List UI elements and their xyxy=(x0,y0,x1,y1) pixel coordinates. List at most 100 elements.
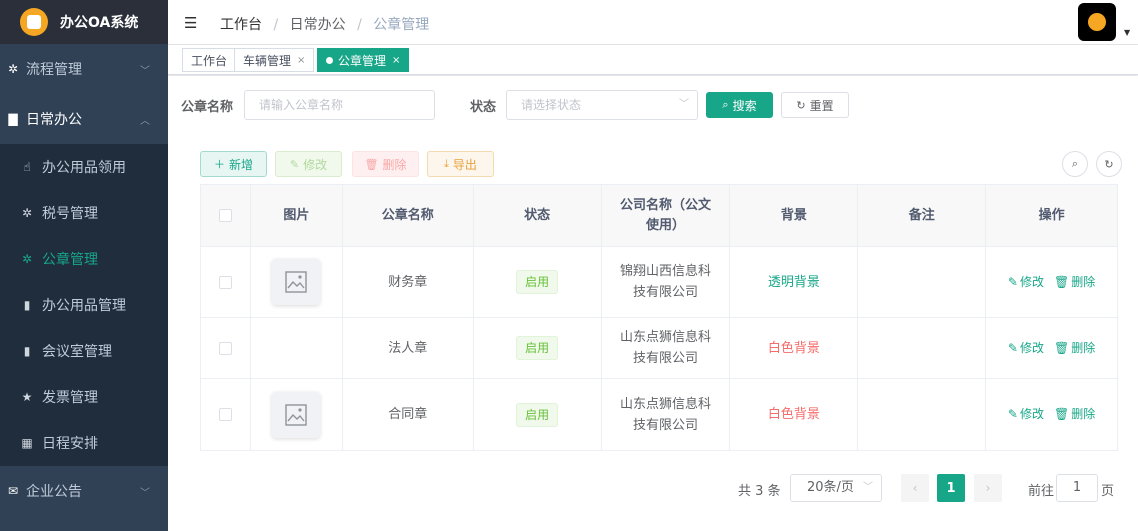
row-edit-label: 修改 xyxy=(1019,407,1044,421)
caret-down-icon[interactable]: ▼ xyxy=(1124,28,1130,37)
logo-icon xyxy=(20,8,48,36)
next-page-button[interactable]: › xyxy=(974,474,1002,502)
sidebar-item-process[interactable]: ✲ 流程管理 ﹀ xyxy=(0,44,168,94)
page-size-value: 20条/页 xyxy=(807,480,854,495)
select-all-checkbox[interactable] xyxy=(218,209,232,222)
sidebar-item-label: 日程安排 xyxy=(42,436,98,452)
search-icon: ⌕ xyxy=(722,98,729,111)
edit-icon: ✎ xyxy=(1007,407,1018,421)
background-cell: 白色背景 xyxy=(730,379,859,450)
add-button[interactable]: ＋ 新增 xyxy=(200,151,267,177)
export-button[interactable]: ⤓ 导出 xyxy=(427,151,494,177)
company-cell: 锦翔山西信息科技有限公司 xyxy=(602,247,731,317)
search-form: 公章名称 请输入公章名称 状态 请选择状态 ﹀ ⌕ 搜索 ↻ 重置 xyxy=(168,89,1138,120)
breadcrumb: 工作台 / 日常办公 / 公章管理 xyxy=(220,14,429,34)
edit-icon: ✎ xyxy=(289,157,300,171)
sidebar-item-label: 发票管理 xyxy=(42,390,98,406)
refresh-icon: ↻ xyxy=(796,98,806,112)
row-checkbox[interactable] xyxy=(218,408,232,421)
table-row: 财务章 启用 锦翔山西信息科技有限公司 透明背景 ✎ 修改 🗑 删除 xyxy=(201,247,1118,318)
trash-icon: 🗑 xyxy=(1053,340,1070,355)
sidebar-item-invoice[interactable]: ★ 发票管理 xyxy=(0,374,168,420)
breadcrumb-item[interactable]: 工作台 xyxy=(220,17,262,33)
page-size-select[interactable]: 20条/页 ﹀ xyxy=(790,474,882,502)
main-content: 公章名称 请输入公章名称 状态 请选择状态 ﹀ ⌕ 搜索 ↻ 重置 ＋ 新增 ✎… xyxy=(168,76,1138,531)
sidebar-item-schedule[interactable]: ▦ 日程安排 xyxy=(0,420,168,466)
pagination: 共 3 条 20条/页 ﹀ ‹ 1 › 前往 1 页 xyxy=(168,474,1138,502)
seal-name-input[interactable]: 请输入公章名称 xyxy=(244,90,435,120)
sidebar-item-meeting-room[interactable]: ▮ 会议室管理 xyxy=(0,328,168,374)
reset-button[interactable]: ↻ 重置 xyxy=(781,92,849,118)
search-button-label: 搜索 xyxy=(732,98,757,113)
sidebar-item-supplies-requisition[interactable]: ☝ 办公用品领用 xyxy=(0,144,168,190)
sidebar-item-tax-id[interactable]: ✲ 税号管理 xyxy=(0,190,168,236)
sidebar-item-label: 企业公告 xyxy=(26,484,82,500)
document-icon: ▇ xyxy=(8,112,18,126)
actions-cell: ✎ 修改 🗑 删除 xyxy=(986,247,1118,317)
row-delete-link[interactable]: 🗑 删除 xyxy=(1054,272,1095,293)
goto-page-input[interactable]: 1 xyxy=(1056,474,1098,502)
select-all-cell xyxy=(201,185,251,246)
sidebar-item-seal-management[interactable]: ✲ 公章管理 xyxy=(0,236,168,282)
background-cell: 透明背景 xyxy=(730,247,859,317)
sidebar-item-supplies-management[interactable]: ▮ 办公用品管理 xyxy=(0,282,168,328)
sidebar-item-announcement[interactable]: ✉ 企业公告 ﹀ xyxy=(0,466,168,516)
company-cell: 山东点狮信息科技有限公司 xyxy=(602,379,731,450)
tag-label: 工作台 xyxy=(191,53,228,68)
image-icon[interactable] xyxy=(272,259,321,305)
table-header-row: 图片 公章名称 状态 公司名称（公文使用） 背景 备注 操作 xyxy=(201,185,1118,247)
sidebar-group-daily-office[interactable]: ▇ 日常办公 ︿ xyxy=(0,94,168,144)
row-delete-label: 删除 xyxy=(1071,407,1096,421)
status-select-placeholder: 请选择状态 xyxy=(521,98,582,112)
search-button[interactable]: ⌕ 搜索 xyxy=(706,92,773,118)
toggle-search-button[interactable]: ⌕ xyxy=(1062,151,1088,177)
row-edit-link[interactable]: ✎ 修改 xyxy=(1008,338,1044,359)
refresh-button[interactable]: ↻ xyxy=(1096,151,1122,177)
row-checkbox[interactable] xyxy=(218,341,232,355)
book-icon: ▮ xyxy=(23,344,31,358)
row-select-cell xyxy=(201,379,251,450)
page-suffix-label: 页 xyxy=(1101,484,1115,499)
tag-workbench[interactable]: 工作台 xyxy=(182,48,237,72)
row-edit-link[interactable]: ✎ 修改 xyxy=(1008,404,1044,425)
avatar[interactable] xyxy=(1078,3,1116,41)
company-cell: 山东点狮信息科技有限公司 xyxy=(602,318,731,378)
sidebar: 办公OA系统 ✲ 流程管理 ﹀ ▇ 日常办公 ︿ ☝ 办公用品领用 ✲ 税号管理… xyxy=(0,0,168,531)
status-select[interactable]: 请选择状态 ﹀ xyxy=(506,90,698,120)
sidebar-item-label: 公章管理 xyxy=(42,252,98,268)
column-header: 公司名称（公文使用） xyxy=(601,185,731,246)
row-delete-link[interactable]: 🗑 删除 xyxy=(1054,338,1095,359)
actions-cell: ✎ 修改 🗑 删除 xyxy=(986,379,1118,450)
edit-button[interactable]: ✎ 修改 xyxy=(275,151,342,177)
toolbar: ＋ 新增 ✎ 修改 🗑 删除 ⤓ 导出 ⌕ ↻ xyxy=(168,151,1138,177)
row-delete-link[interactable]: 🗑 删除 xyxy=(1054,404,1095,425)
chevron-down-icon: ﹀ xyxy=(140,65,150,77)
seal-table: 图片 公章名称 状态 公司名称（公文使用） 背景 备注 操作 财务章 启用 锦翔… xyxy=(200,184,1118,451)
delete-button[interactable]: 🗑 删除 xyxy=(352,151,419,177)
book-icon: ▮ xyxy=(23,298,31,312)
image-icon[interactable] xyxy=(272,391,321,438)
chevron-right-icon: › xyxy=(985,481,991,495)
hamburger-icon[interactable]: ☰ xyxy=(184,14,197,32)
row-edit-link[interactable]: ✎ 修改 xyxy=(1008,272,1044,293)
tag-vehicle-management[interactable]: 车辆管理 × xyxy=(234,48,315,72)
table-row: 合同章 启用 山东点狮信息科技有限公司 白色背景 ✎ 修改 🗑 删除 xyxy=(201,379,1118,450)
seal-name-cell: 财务章 xyxy=(343,247,474,317)
close-icon[interactable]: × xyxy=(392,55,400,66)
chevron-down-icon: ﹀ xyxy=(679,99,689,110)
breadcrumb-item[interactable]: 日常办公 xyxy=(290,17,346,33)
reset-button-label: 重置 xyxy=(809,98,834,113)
column-header: 状态 xyxy=(473,185,602,246)
tag-seal-management[interactable]: 公章管理 × xyxy=(317,48,410,72)
prev-page-button[interactable]: ‹ xyxy=(901,474,929,502)
row-edit-label: 修改 xyxy=(1019,340,1044,355)
sidebar-item-label: 流程管理 xyxy=(26,62,82,78)
gear-icon: ✲ xyxy=(7,62,19,76)
app-logo[interactable]: 办公OA系统 xyxy=(0,0,168,44)
row-checkbox[interactable] xyxy=(218,275,232,289)
page-number-current[interactable]: 1 xyxy=(937,474,965,502)
breadcrumb-item-current: 公章管理 xyxy=(373,17,430,33)
star-icon: ★ xyxy=(21,390,33,404)
close-icon[interactable]: × xyxy=(297,55,305,66)
status-cell: 启用 xyxy=(474,247,602,317)
